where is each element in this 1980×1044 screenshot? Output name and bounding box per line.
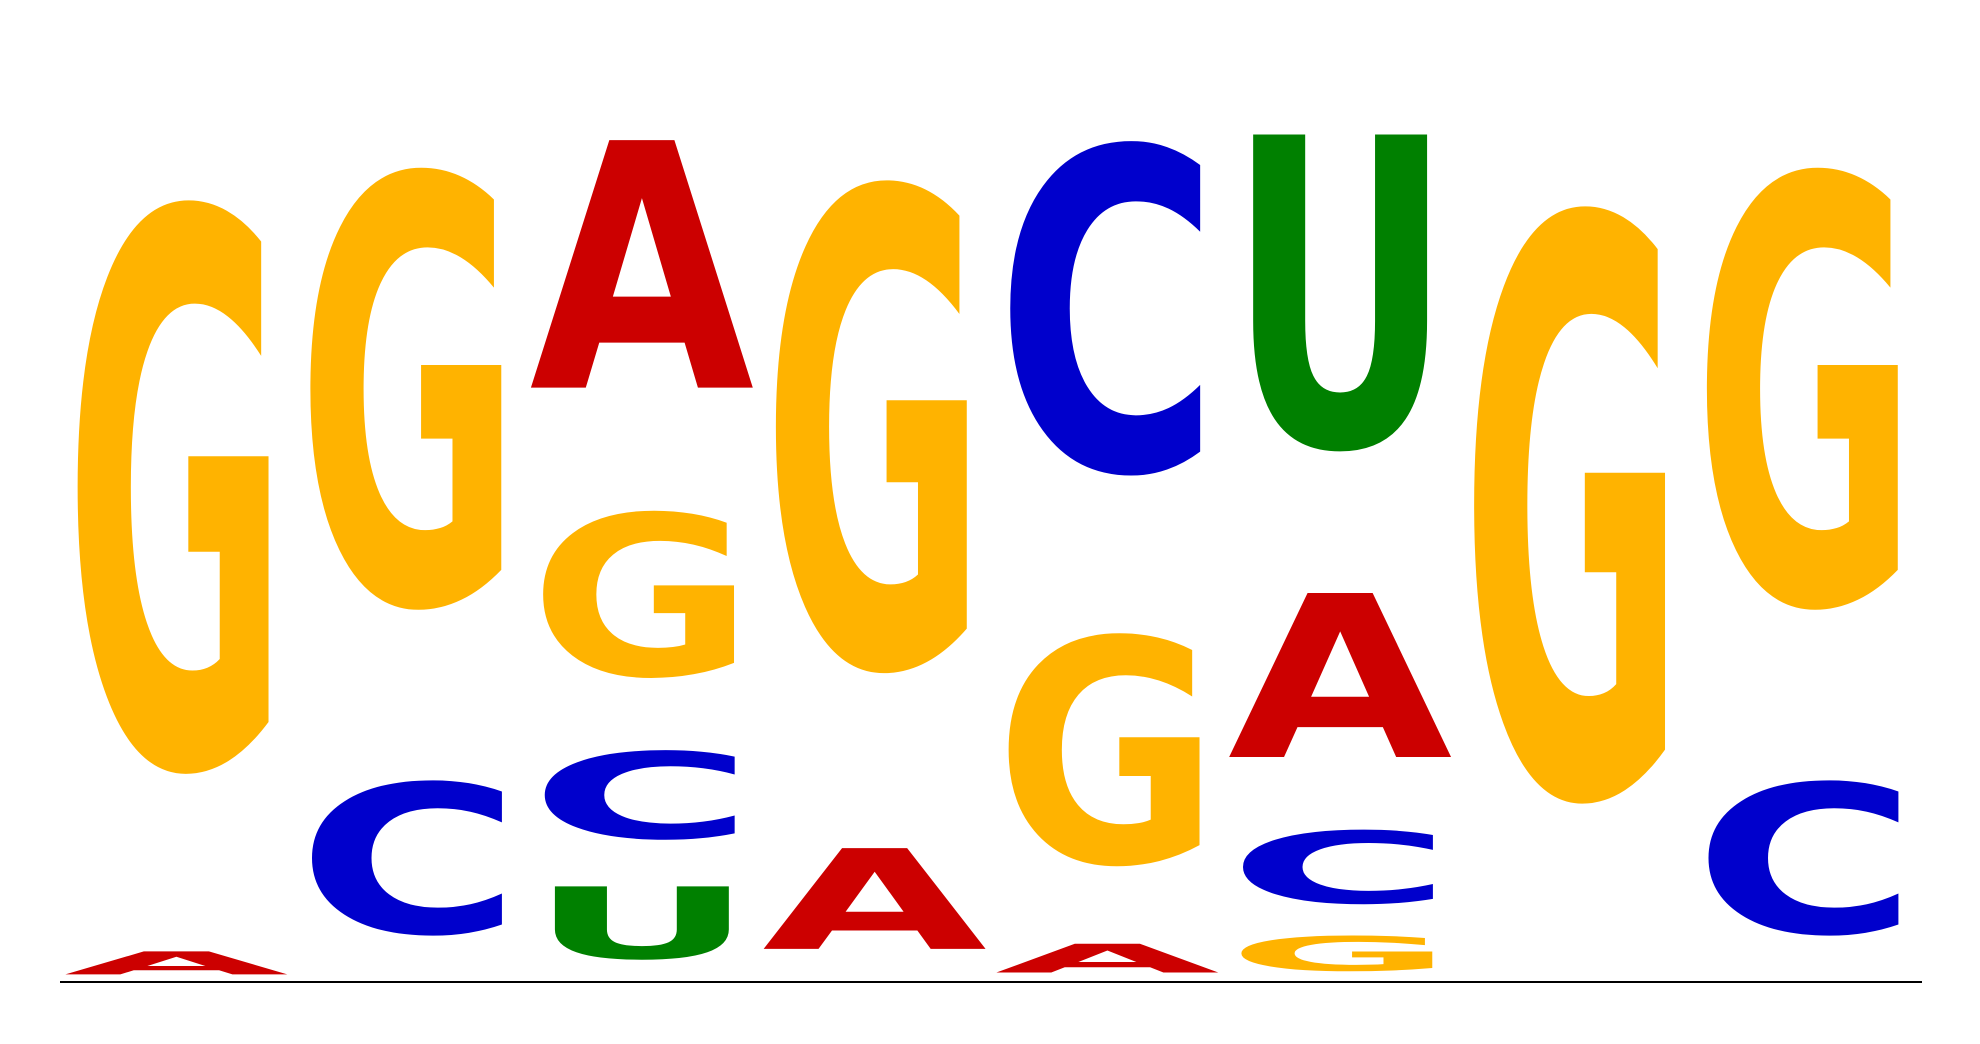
logo-letter-g: G [1693,59,1918,740]
logo-letter-g: G [297,59,522,740]
logo-letter-c: C [1228,811,1453,926]
logo-letter-u: U [530,867,755,982]
letter-stacks: AG CGUCGAAGAGCGCAU G CG [64,49,1918,982]
logo-letter-c: C [530,728,755,866]
logo-letter-g: G [1228,927,1453,982]
logo-letter-c: C [297,743,522,982]
logo-letter-a: A [995,936,1220,982]
logo-letter-g: G [1461,60,1686,979]
logo-letter-a: A [64,945,289,982]
logo-letter-g: G [995,576,1220,934]
logo-letter-a: A [1228,549,1455,811]
logo-letter-c: C [1693,743,1918,982]
logo-letter-g: G [64,61,289,943]
logo-letter-g: G [530,470,755,728]
logo-letter-u: U [1228,49,1453,546]
logo-letter-a: A [762,821,987,982]
logo-letter-a: A [530,73,757,469]
logo-letter-c: C [995,59,1220,574]
logo-letter-g: G [762,59,987,818]
sequence-logo: AG CGUCGAAGAGCGCAU G CG [60,49,1922,983]
